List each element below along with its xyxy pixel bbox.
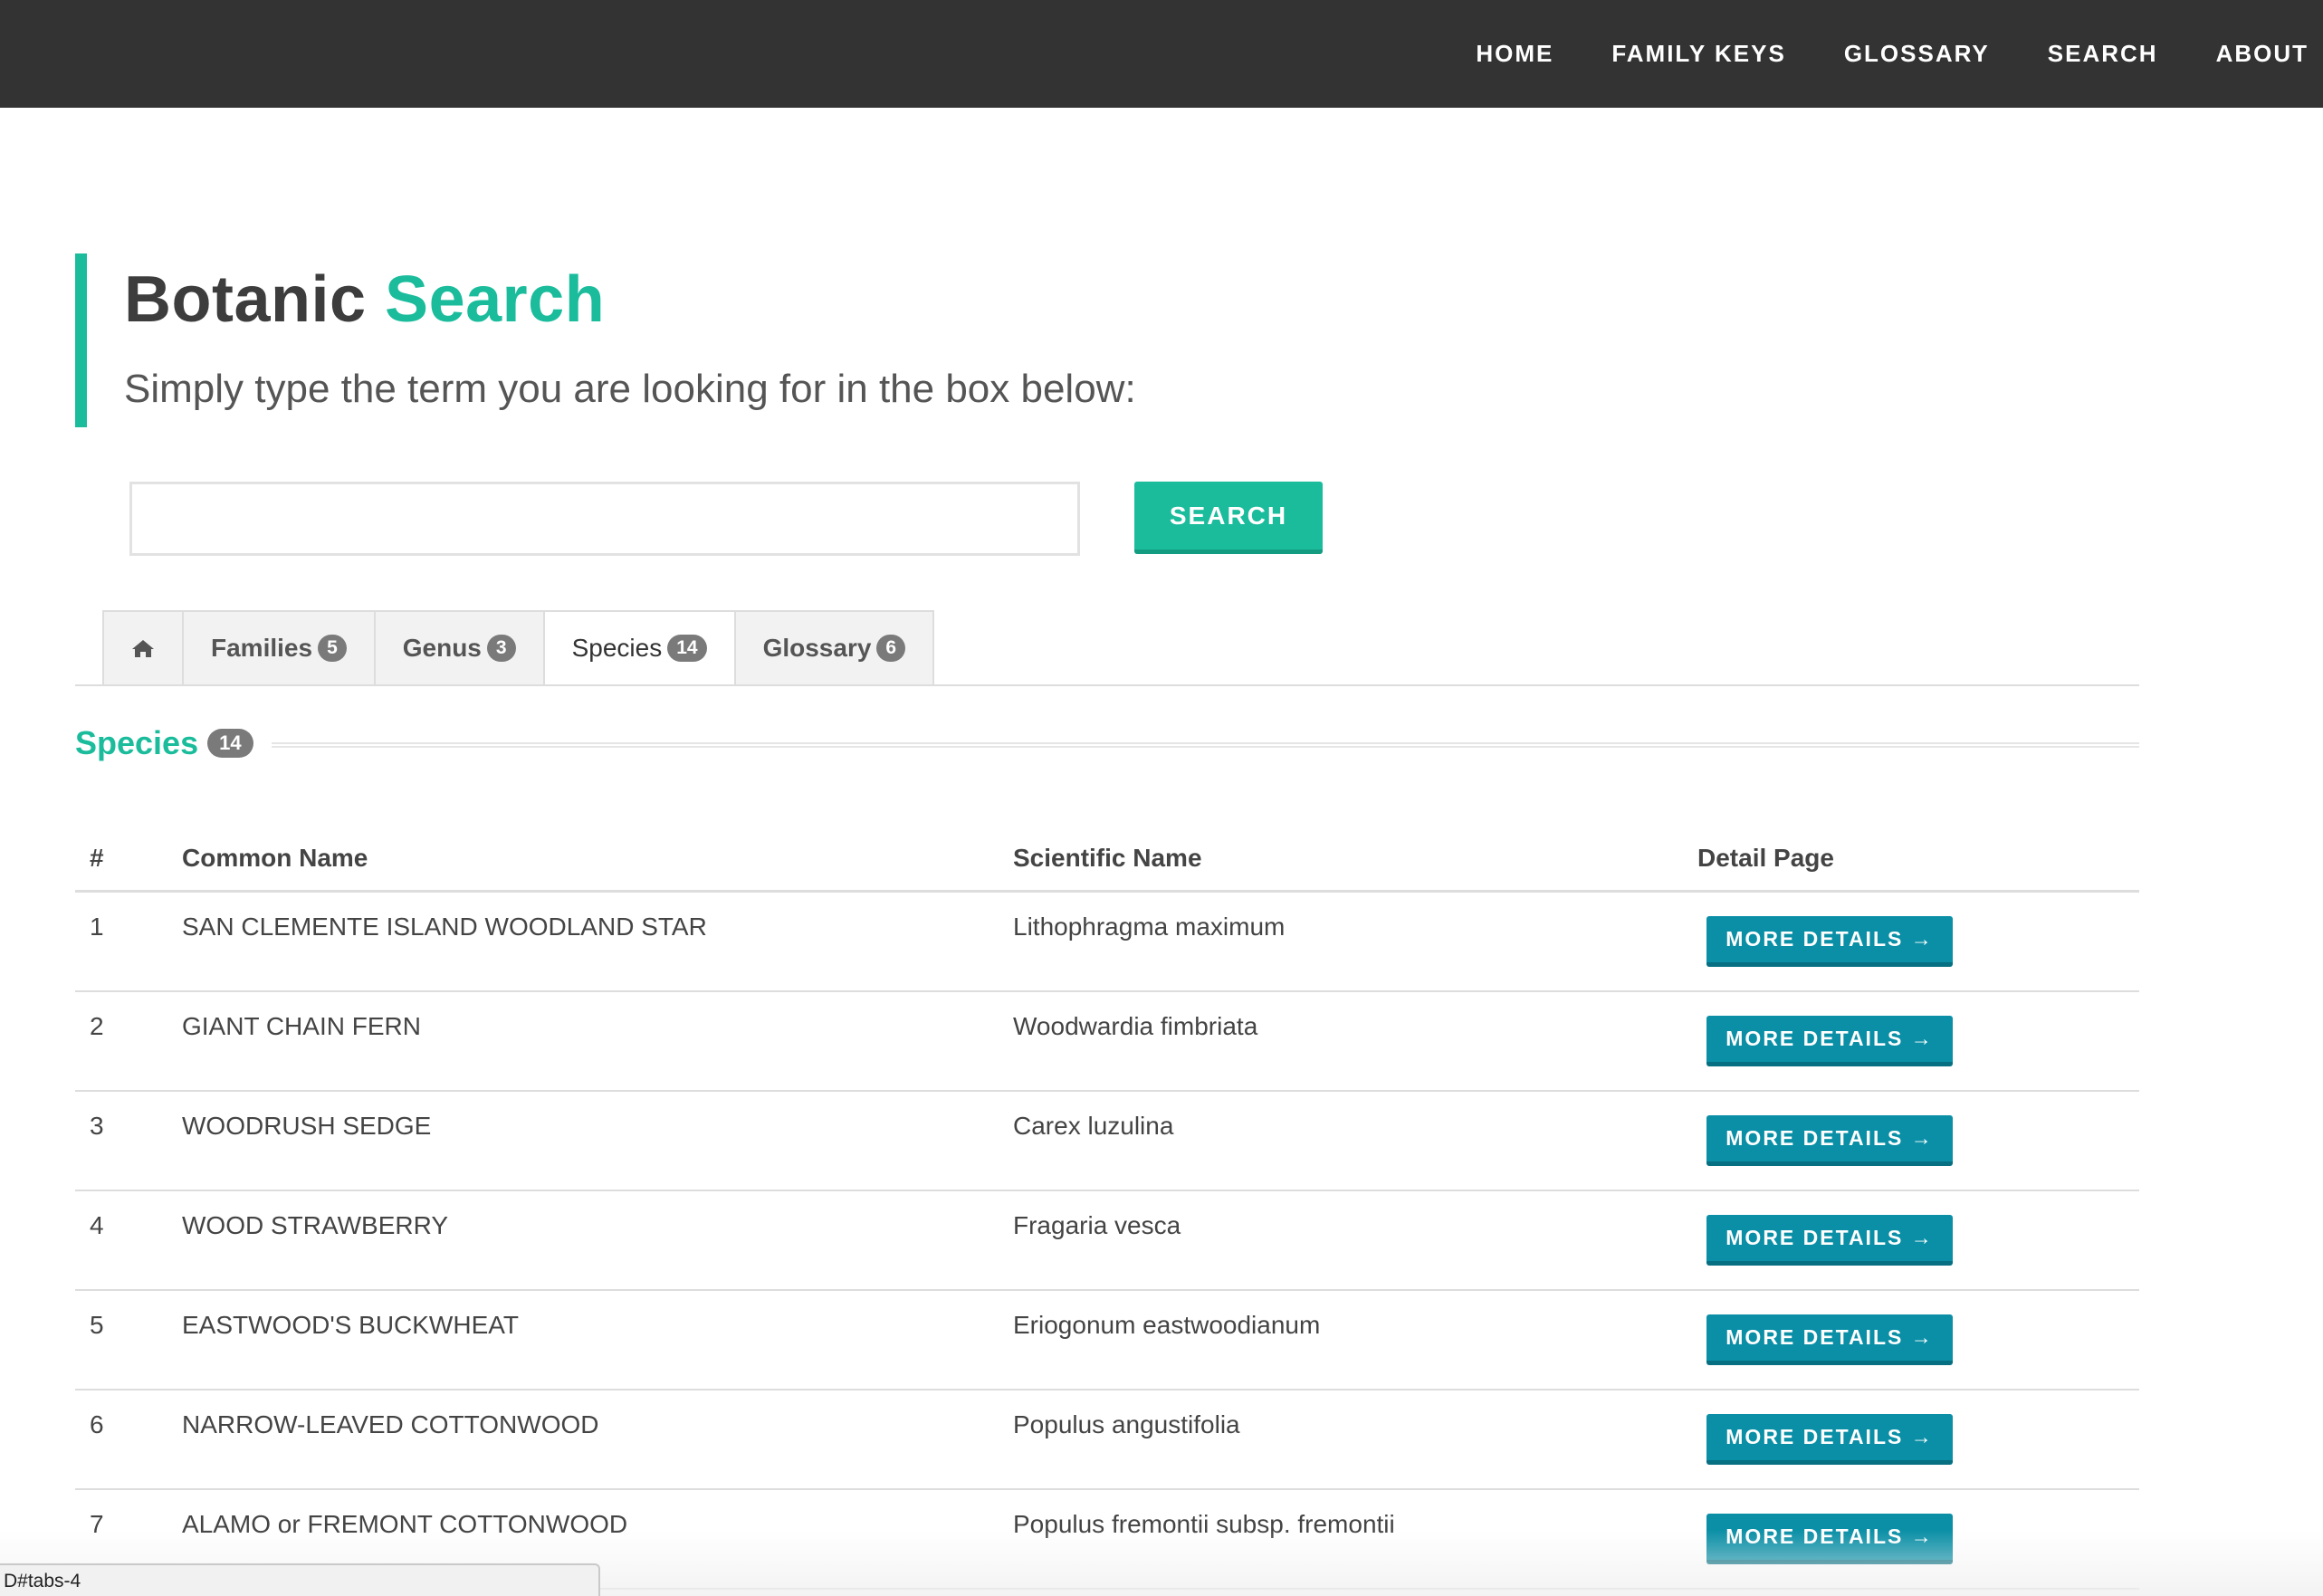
search-button[interactable]: SEARCH	[1134, 482, 1323, 554]
page-title-accent: Search	[385, 263, 606, 336]
col-header-common-name: Common Name	[182, 844, 368, 872]
row-number: 4	[90, 1211, 104, 1239]
scientific-name: Carex luzulina	[1013, 1112, 1174, 1140]
tab-glossary[interactable]: Glossary 6	[733, 610, 935, 686]
home-icon	[132, 640, 154, 657]
heading-accent-bar	[75, 253, 87, 427]
tabs-divider	[75, 684, 2139, 686]
more-details-button[interactable]: MORE DETAILS →	[1706, 916, 1953, 967]
tab-species[interactable]: Species 14	[542, 610, 734, 686]
page-subtitle: Simply type the term you are looking for…	[124, 367, 1136, 411]
more-details-button[interactable]: MORE DETAILS →	[1706, 1414, 1953, 1465]
scientific-name: Eriogonum eastwoodianum	[1013, 1311, 1321, 1339]
row-number: 6	[90, 1410, 104, 1438]
more-details-button[interactable]: MORE DETAILS →	[1706, 1215, 1953, 1266]
scientific-name: Fragaria vesca	[1013, 1211, 1181, 1239]
species-table: # Common Name Scientific Name Detail Pag…	[75, 833, 2139, 1590]
row-number: 1	[90, 913, 104, 941]
section-title: Species 14	[75, 724, 253, 762]
main-nav: HOME FAMILY KEYS GLOSSARY SEARCH ABOUT	[1418, 0, 2323, 108]
search-input[interactable]	[129, 482, 1080, 556]
section-count-badge: 14	[207, 728, 253, 759]
page-title: Botanic Search	[124, 263, 605, 337]
result-tabs: Families 5 Genus 3 Species 14 Glossary 6	[102, 610, 935, 686]
common-name: NARROW-LEAVED COTTONWOOD	[182, 1410, 599, 1438]
common-name: SAN CLEMENTE ISLAND WOODLAND STAR	[182, 913, 707, 941]
row-number: 7	[90, 1510, 104, 1538]
tab-species-label: Species	[571, 634, 663, 662]
nav-glossary[interactable]: GLOSSARY	[1844, 40, 1990, 68]
tab-families-label: Families	[211, 634, 313, 662]
scientific-name: Populus fremontii subsp. fremontii	[1013, 1510, 1395, 1538]
nav-family-keys[interactable]: FAMILY KEYS	[1611, 40, 1786, 68]
scientific-name: Populus angustifolia	[1013, 1410, 1240, 1438]
common-name: WOODRUSH SEDGE	[182, 1112, 432, 1140]
col-header-detail-page: Detail Page	[1697, 844, 1834, 872]
scientific-name: Woodwardia fimbriata	[1013, 1012, 1258, 1040]
top-navbar: HOME FAMILY KEYS GLOSSARY SEARCH ABOUT	[0, 0, 2323, 108]
tab-species-count: 14	[667, 635, 707, 662]
row-number: 3	[90, 1112, 104, 1140]
col-header-scientific-name: Scientific Name	[1013, 844, 1202, 872]
common-name: GIANT CHAIN FERN	[182, 1012, 421, 1040]
row-number: 2	[90, 1012, 104, 1040]
more-details-button[interactable]: MORE DETAILS →	[1706, 1314, 1953, 1365]
tab-genus[interactable]: Genus 3	[373, 610, 543, 686]
browser-status-bar: D#tabs-4	[0, 1563, 600, 1596]
tab-families-count: 5	[318, 635, 347, 662]
table-row: 5 EASTWOOD'S BUCKWHEAT Eriogonum eastwoo…	[75, 1291, 2139, 1391]
table-row: 1 SAN CLEMENTE ISLAND WOODLAND STAR Lith…	[75, 893, 2139, 992]
section-divider	[272, 742, 2139, 748]
tab-families[interactable]: Families 5	[182, 610, 374, 686]
page-title-main: Botanic	[124, 263, 367, 336]
tab-glossary-count: 6	[876, 635, 906, 662]
nav-search[interactable]: SEARCH	[2048, 40, 2158, 68]
common-name: EASTWOOD'S BUCKWHEAT	[182, 1311, 519, 1339]
tab-home[interactable]	[102, 610, 182, 686]
table-row: 4 WOOD STRAWBERRY Fragaria vesca MORE DE…	[75, 1191, 2139, 1291]
col-header-number: #	[90, 844, 104, 872]
tab-genus-label: Genus	[402, 634, 482, 662]
tab-genus-count: 3	[486, 635, 516, 662]
table-row: 6 NARROW-LEAVED COTTONWOOD Populus angus…	[75, 1391, 2139, 1490]
nav-home[interactable]: HOME	[1476, 40, 1553, 68]
tab-glossary-label: Glossary	[762, 634, 872, 662]
nav-about[interactable]: ABOUT	[2216, 40, 2309, 68]
row-number: 5	[90, 1311, 104, 1339]
more-details-button[interactable]: MORE DETAILS →	[1706, 1115, 1953, 1166]
scientific-name: Lithophragma maximum	[1013, 913, 1286, 941]
more-details-button[interactable]: MORE DETAILS →	[1706, 1016, 1953, 1066]
common-name: ALAMO or FREMONT COTTONWOOD	[182, 1510, 628, 1538]
table-header: # Common Name Scientific Name Detail Pag…	[75, 833, 2139, 893]
more-details-button[interactable]: MORE DETAILS →	[1706, 1514, 1953, 1564]
table-row: 2 GIANT CHAIN FERN Woodwardia fimbriata …	[75, 992, 2139, 1092]
common-name: WOOD STRAWBERRY	[182, 1211, 449, 1239]
section-title-label: Species	[75, 724, 199, 761]
table-row: 3 WOODRUSH SEDGE Carex luzulina MORE DET…	[75, 1092, 2139, 1191]
